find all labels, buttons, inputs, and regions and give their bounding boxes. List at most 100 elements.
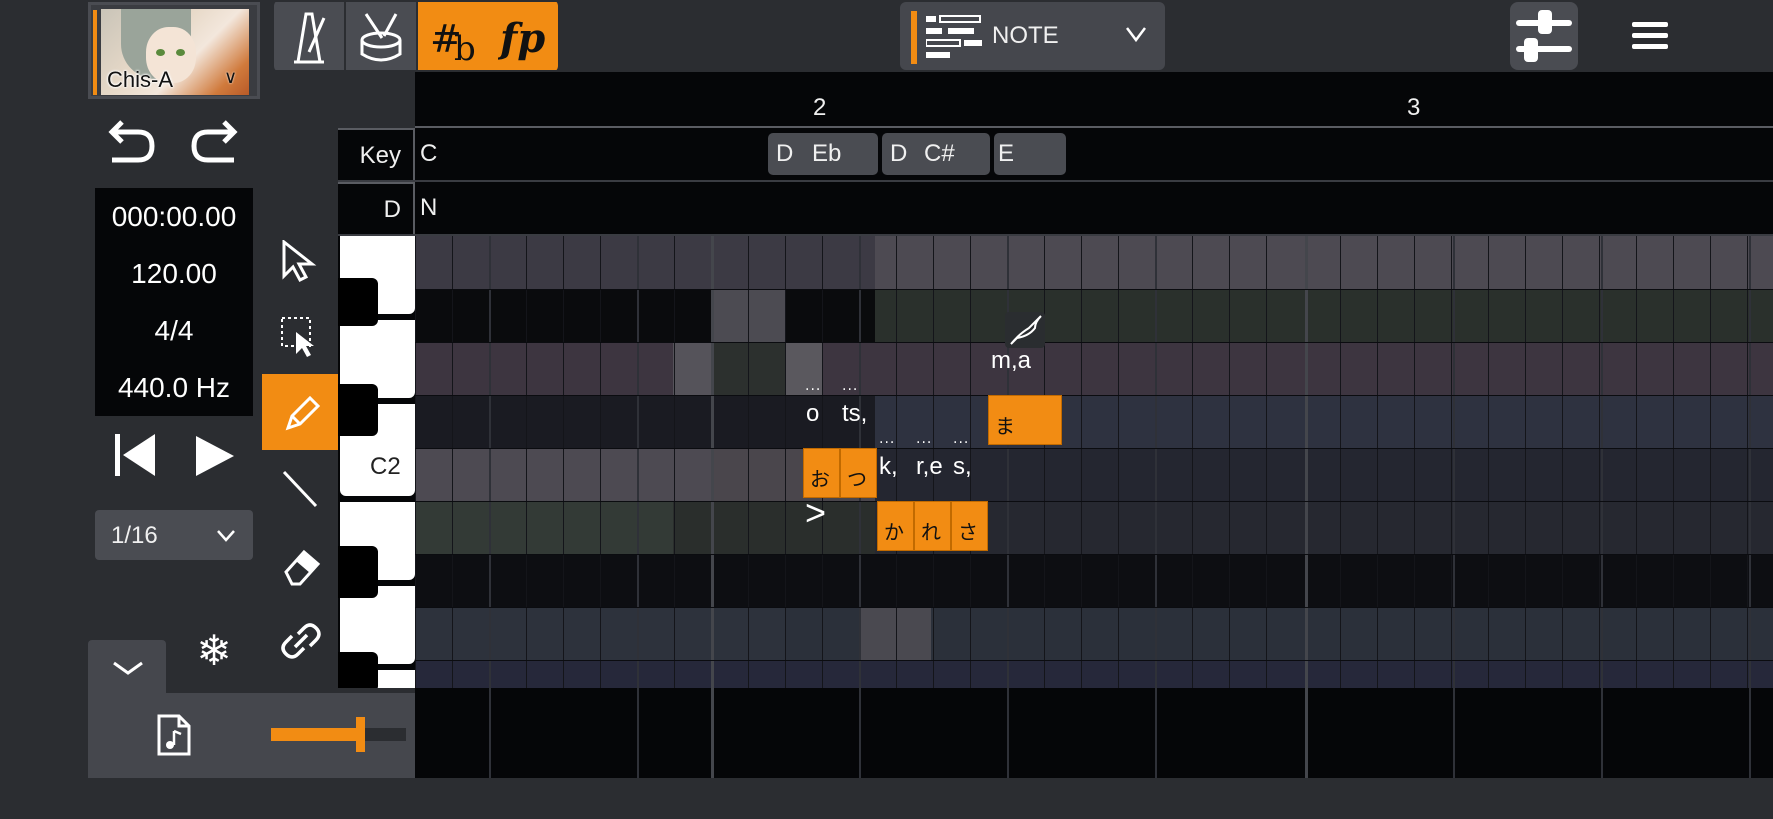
chevron-down-icon [113,661,143,675]
link-tool[interactable] [262,602,338,678]
note-phoneme: s, [953,453,972,480]
play-button[interactable] [192,432,236,480]
note-block[interactable]: ま [988,395,1062,445]
note-phoneme: ts, [842,400,868,427]
sliders-icon [1516,10,1572,62]
key-label-text: Key [359,142,401,169]
chevron-down-icon: ∨ [224,67,238,88]
mode-accent [911,11,917,64]
note-block[interactable]: さ [951,501,988,551]
pitch-lane [415,554,1773,607]
note-block[interactable]: つ [840,448,877,498]
measure-ruler[interactable]: 2 3 [415,72,1773,128]
forte-piano-icon: fp [498,15,545,62]
voicebank-accent [93,10,97,95]
tuning-display[interactable]: 440.0 Hz [95,359,253,416]
quantize-selector[interactable]: 1/16 [95,510,253,560]
tempo-display[interactable]: 120.00 [95,245,253,302]
skip-back-icon [115,434,155,476]
note-phoneme: k, [879,453,898,480]
black-key[interactable] [338,384,378,436]
piano-keyboard[interactable]: C2 [338,236,415,688]
music-file-icon[interactable] [156,713,192,757]
black-key[interactable] [338,278,378,326]
feather-icon [1005,312,1045,348]
redo-button[interactable] [186,120,246,170]
d-value: N [420,194,438,221]
mode-label: NOTE [992,22,1059,49]
eraser-icon [284,549,321,586]
note-phoneme: r,e [916,453,943,480]
drum-button[interactable] [346,2,416,70]
redo-icon [191,120,238,163]
key-value: D [776,140,794,167]
c2-label: C2 [370,453,401,480]
pencil-icon [285,395,321,431]
dynamics-button[interactable]: fp [488,2,558,70]
accent-mark: > [805,492,827,533]
snowflake-icon: ❄ [196,626,232,675]
go-to-start-button[interactable] [113,430,157,480]
eraser-tool[interactable] [262,526,338,602]
undo-button[interactable] [100,120,160,170]
marquee-select-tool[interactable] [262,298,338,374]
arrow-cursor-icon [282,240,317,282]
line-tool[interactable] [262,450,338,526]
black-key[interactable] [338,546,378,598]
volume-slider[interactable] [271,717,406,752]
pencil-tool[interactable] [262,374,338,450]
pitch-lane [415,342,1773,395]
metronome-icon [294,12,326,64]
piano-roll-grid[interactable]: お つ か れ さ ま ··· o ··· ts, ··· k, ··· r,e… [415,236,1773,778]
black-key[interactable] [338,652,378,688]
volume-slider-thumb[interactable] [356,717,365,752]
time-signature-display[interactable]: 4/4 [95,302,253,359]
select-tool[interactable] [262,222,338,298]
note-phoneme: o [806,400,820,427]
note-lyric: ま [995,414,1015,438]
note-block[interactable]: か [877,501,914,551]
bottom-panel [88,693,415,778]
svg-text:fp: fp [498,15,545,62]
freeze-button[interactable]: ❄ [193,630,235,672]
sharp-flat-icon: # b [430,17,476,66]
time-display[interactable]: 000:00.00 [95,188,253,245]
d-track[interactable]: D N [338,182,1773,236]
note-block[interactable]: お [803,448,840,498]
app-window: Chis-A ∨ # b fp NOTE 000:00.00 120.00 4/… [0,0,1773,819]
chevron-down-icon [1126,27,1146,43]
phoneme-dots: ··· [805,382,822,398]
note-lyric: お [810,467,830,491]
menu-button[interactable] [1620,12,1680,60]
key-track-label: Key [338,128,415,180]
phoneme-dots: ··· [916,435,933,451]
quantize-value: 1/16 [111,522,158,549]
voicebank-selector[interactable]: Chis-A ∨ [88,2,260,99]
play-icon [196,436,234,476]
note-lyric: か [884,520,904,544]
measure-number: 3 [1407,94,1421,121]
key-value: C [420,140,438,167]
note-lyric: れ [921,520,941,544]
key-track[interactable]: Key C D Eb D C# E [338,128,1773,182]
volume-slider-fill [271,728,360,741]
key-value: E [998,140,1015,167]
note-block[interactable]: れ [914,501,951,551]
voicebank-name: Chis-A [107,67,174,92]
top-toolbar-group: # b fp [274,0,558,72]
collapse-panel-button[interactable] [88,640,166,695]
note-lyric: つ [847,467,867,491]
note-phoneme: m,a [991,347,1032,374]
metronome-button[interactable] [274,2,344,70]
svg-text:b: b [454,29,476,66]
d-track-label: D [338,182,415,234]
phoneme-dots: ··· [842,382,859,398]
link-icon [281,623,321,659]
drum-icon [360,13,402,62]
mixer-button[interactable] [1510,2,1578,70]
accidental-button[interactable]: # b [418,2,488,70]
key-value: D [890,140,908,167]
measure-number: 2 [813,94,827,121]
phoneme-dots: ··· [953,435,970,451]
mode-selector[interactable]: NOTE [900,2,1165,70]
